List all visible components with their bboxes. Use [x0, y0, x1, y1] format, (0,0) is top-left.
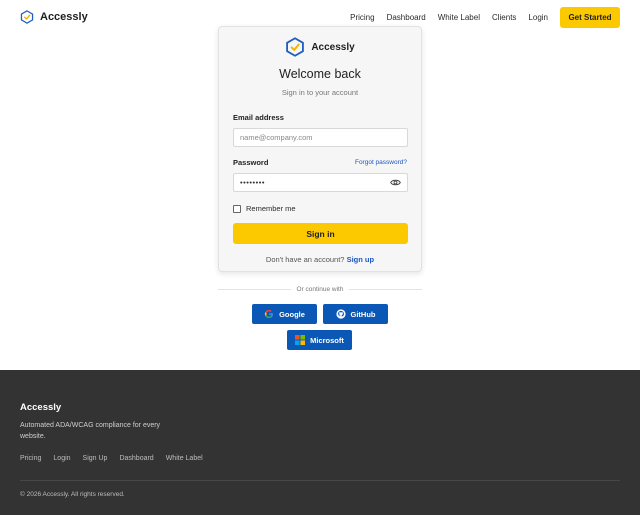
footer-copyright: © 2026 Accessly. All rights reserved. [20, 491, 125, 498]
footer-link-dashboard[interactable]: Dashboard [119, 455, 153, 462]
brand-logo[interactable]: Accessly [20, 10, 88, 24]
password-label: Password [233, 158, 269, 167]
nav-white-label[interactable]: White Label [438, 13, 480, 22]
microsoft-sign-in-button[interactable]: Microsoft [287, 330, 352, 350]
password-label-row: Password Forgot password? [233, 158, 407, 167]
nav-login[interactable]: Login [528, 13, 548, 22]
google-sign-in-button[interactable]: Google [252, 304, 317, 324]
footer-link-pricing[interactable]: Pricing [20, 455, 41, 462]
email-label: Email address [233, 113, 284, 122]
microsoft-icon [295, 335, 306, 345]
google-icon [264, 309, 274, 319]
page-subtitle: Sign in to your account [281, 88, 359, 97]
google-label: Google [279, 309, 305, 319]
remember-me-label[interactable]: Remember me [246, 204, 296, 213]
brand-name: Accessly [40, 11, 88, 23]
card-brand-name: Accessly [311, 41, 355, 53]
github-label: GitHub [350, 309, 376, 319]
github-icon [335, 309, 346, 319]
nav-dashboard[interactable]: Dashboard [387, 13, 426, 22]
divider-line [218, 289, 291, 290]
remember-me-row: Remember me [233, 204, 407, 213]
sign-in-button[interactable]: Sign in [233, 223, 408, 244]
divider-text: Or continue with [296, 286, 344, 293]
github-sign-in-button[interactable]: GitHub [323, 304, 388, 324]
footer-link-sign-up[interactable]: Sign Up [83, 455, 108, 462]
footer-brand: Accessly [20, 402, 62, 413]
email-placeholder: name@company.com [240, 133, 313, 142]
eye-icon[interactable] [390, 177, 401, 188]
footer-divider [20, 480, 620, 481]
signup-prompt-row: Don't have an account? Sign up [233, 255, 407, 264]
card-brand: Accessly [233, 37, 407, 57]
footer: Accessly Automated ADA/WCAG compliance f… [0, 370, 640, 515]
social-divider: Or continue with [218, 286, 422, 293]
get-started-button[interactable]: Get Started [560, 6, 620, 28]
nav-pricing[interactable]: Pricing [350, 13, 374, 22]
divider-line [349, 289, 422, 290]
page-title: Welcome back [279, 67, 361, 81]
signup-prompt: Don't have an account? [265, 255, 345, 264]
email-field[interactable]: name@company.com [233, 128, 408, 147]
remember-me-checkbox[interactable] [233, 204, 241, 213]
footer-link-login[interactable]: Login [53, 455, 70, 462]
password-value: •••••••• [240, 178, 266, 187]
microsoft-label: Microsoft [310, 335, 344, 345]
footer-tagline: Automated ADA/WCAG compliance for every … [20, 422, 161, 440]
sign-up-link[interactable]: Sign up [347, 255, 375, 264]
footer-link-white-label[interactable]: White Label [166, 455, 203, 462]
accessly-logo-icon [20, 10, 34, 24]
accessly-logo-icon [285, 37, 305, 57]
nav-links: Pricing Dashboard White Label Clients Lo… [338, 6, 620, 28]
password-field[interactable]: •••••••• [233, 173, 408, 192]
login-card: Accessly Welcome back Sign in to your ac… [218, 26, 422, 272]
forgot-password-link[interactable]: Forgot password? [355, 159, 407, 166]
footer-links: Pricing Login Sign Up Dashboard White La… [20, 455, 203, 462]
nav-clients[interactable]: Clients [492, 13, 516, 22]
